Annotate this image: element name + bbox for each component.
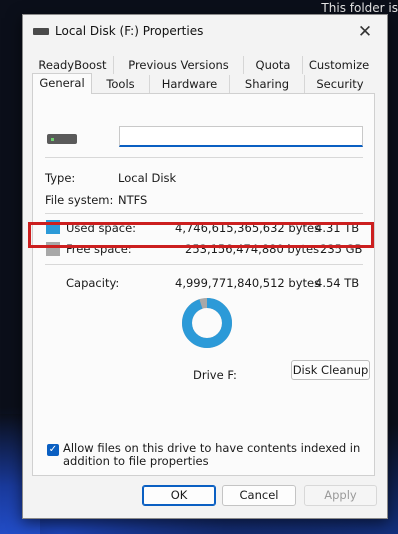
- drive-large-icon: [47, 134, 77, 144]
- capacity-size: 4.54 TB: [315, 276, 360, 290]
- type-value: Local Disk: [118, 171, 177, 185]
- type-label: Type:: [45, 171, 76, 185]
- tab-hardware[interactable]: Hardware: [149, 75, 229, 93]
- disk-cleanup-button[interactable]: Disk Cleanup: [291, 360, 370, 380]
- checkmark-icon: ✓: [48, 444, 58, 455]
- tab-sharing[interactable]: Sharing: [229, 75, 304, 93]
- usage-donut-chart: [181, 297, 233, 349]
- close-button[interactable]: ✕: [343, 15, 387, 49]
- index-checkbox[interactable]: ✓: [47, 444, 59, 456]
- capacity-bytes: 4,999,771,840,512 bytes: [175, 276, 321, 290]
- file-system-value: NTFS: [118, 193, 148, 207]
- tab-previous-versions[interactable]: Previous Versions: [113, 56, 243, 74]
- tab-readyboost[interactable]: ReadyBoost: [32, 56, 113, 74]
- usage-donut-svg: [182, 298, 232, 348]
- ok-button[interactable]: OK: [142, 485, 216, 506]
- divider: [45, 264, 363, 265]
- used-space-arc: [182, 298, 232, 348]
- volume-name-input[interactable]: [119, 126, 363, 147]
- tab-general[interactable]: General: [32, 73, 92, 94]
- free-space-highlight-box: [28, 222, 374, 248]
- tab-tools[interactable]: Tools: [92, 75, 149, 93]
- tabs-row-top: ReadyBoost Previous Versions Quota Custo…: [32, 56, 375, 74]
- file-system-label: File system:: [45, 193, 114, 207]
- tab-quota[interactable]: Quota: [243, 56, 302, 74]
- divider: [45, 213, 363, 214]
- index-checkbox-label: Allow files on this drive to have conten…: [63, 441, 361, 468]
- drive-letter-label: Drive F:: [193, 368, 237, 382]
- capacity-label: Capacity:: [66, 276, 120, 290]
- background-window-text: This folder is: [321, 1, 398, 15]
- tabs-row-bottom: General Tools Hardware Sharing Security: [32, 73, 375, 94]
- title-bar[interactable]: Local Disk (F:) Properties ✕: [23, 15, 387, 49]
- close-icon: ✕: [357, 22, 373, 42]
- divider: [45, 157, 363, 158]
- dialog-title: Local Disk (F:) Properties: [55, 24, 204, 38]
- tab-customize[interactable]: Customize: [302, 56, 375, 74]
- apply-button[interactable]: Apply: [304, 485, 377, 506]
- general-tab-panel: Type: Local Disk File system: NTFS Used …: [32, 93, 375, 476]
- tab-security[interactable]: Security: [304, 75, 375, 93]
- drive-icon: [33, 28, 49, 35]
- cancel-button[interactable]: Cancel: [222, 485, 296, 506]
- properties-dialog: Local Disk (F:) Properties ✕ ReadyBoost …: [22, 14, 388, 519]
